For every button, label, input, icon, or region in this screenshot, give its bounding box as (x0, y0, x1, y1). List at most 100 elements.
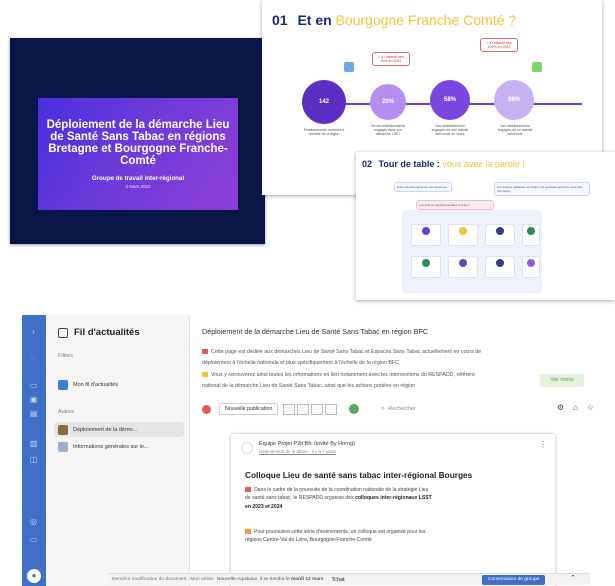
pin-icon (202, 404, 211, 414)
settings-icon[interactable]: ⚙ (557, 403, 564, 412)
intro-line-1: Cette page est dédiée aux démarches Lieu… (202, 347, 600, 358)
title-slide-date: 2 Mars 2023 (125, 184, 151, 189)
nav-item-general-info[interactable]: Informations générales sur le... (54, 439, 184, 454)
search-field[interactable]: ⌕ Rechercher (381, 403, 471, 415)
topic-card (522, 256, 540, 278)
see-less-button[interactable]: Voir moins (540, 374, 584, 387)
nav-item-my-feed-label: Mon fil d'actualités (73, 381, 119, 388)
chevron-right-icon[interactable]: › (28, 327, 39, 336)
nav-item-my-feed[interactable]: Mon fil d'actualités (54, 377, 184, 392)
chat-label[interactable]: Tchat (332, 577, 345, 583)
user-avatar[interactable]: ● (27, 569, 41, 583)
status-post-excerpt: Nouvelle-Aquitaine. Il se tiendra le mar… (217, 577, 324, 582)
topic-card (448, 224, 478, 246)
chat-icon[interactable]: ▭ (28, 381, 39, 390)
stats-slide-title-prefix: Et en (297, 12, 332, 28)
p1-line-2: de santé sans tabac, le RESPADD organise… (245, 495, 354, 502)
megaphone-icon (245, 487, 251, 493)
megaphone-icon (202, 349, 208, 355)
round-table-slide[interactable]: 02 Tour de table : vous avez la parole !… (356, 152, 615, 300)
calendar-icon[interactable]: ▤ (28, 409, 39, 418)
p1-line-3: en 2023 et 2024 (245, 503, 283, 510)
new-post-button[interactable]: Nouvelle publication (219, 403, 279, 415)
post-author[interactable]: Equipe Projet P2it Bfc (invité By Horng) (259, 441, 355, 447)
topic-icon (496, 259, 504, 267)
stat-caption-1: Etablissements recensés à l'échelle de l… (303, 128, 345, 137)
teams-icon[interactable]: ▣ (28, 395, 39, 404)
app-rail: › ◌ ▭ ▣ ▤ ▥ ◫ ◎ ▭ ● (22, 315, 46, 586)
stats-slide-number: 01 (272, 12, 288, 28)
title-slide-banner: Déploiement de la démarche Lieu de Santé… (38, 98, 238, 210)
badge-icon (532, 62, 542, 72)
others-section-label: Autres (58, 409, 74, 415)
title-slide-heading: Déploiement de la démarche Lieu de Santé… (46, 119, 230, 167)
group-conversation-button[interactable]: Conversation de groupe (482, 575, 546, 585)
topic-card (448, 256, 478, 278)
topic-icon (459, 227, 467, 235)
search-icon: ⌕ (381, 405, 385, 412)
main-content: Déploiement de la démarche Lieu de Santé… (190, 315, 615, 586)
feed-post[interactable]: Equipe Projet P2it Bfc (invité By Horng)… (230, 433, 556, 586)
p2-line-2: régions Centre-Val de Loire, Bourgogne-F… (245, 537, 372, 544)
topic-icon (527, 227, 535, 235)
nav-item-deployment-label: Déploiement de la démo... (73, 426, 138, 433)
topic-card (411, 224, 441, 246)
intro-text-3: Vous y retrouverez ainsi toutes les info… (211, 372, 475, 378)
search-placeholder: Rechercher (388, 406, 416, 412)
stat-caption-4: Des établissements engagés ont un activi… (497, 124, 533, 137)
objective-bubble-2023: ≈ à l'objectif des 100% en 2023 (480, 38, 518, 53)
stats-slide-title-highlight: Bourgogne Franche Comté ? (335, 12, 517, 28)
stat-circle-2: 20% (370, 84, 406, 120)
status-text: Dernière modification du document : Mon … (112, 577, 214, 582)
teams-window: › ◌ ▭ ▣ ▤ ▥ ◫ ◎ ▭ ● Fil d'actualités Fil… (0, 315, 615, 586)
feed-toolbar: Nouvelle publication ⌕ Rechercher ⚙ ⌂ ☆ (202, 398, 602, 420)
stat-circle-1: 142 (302, 80, 346, 124)
stat-caption-3: Des établissements engagés ont une activ… (431, 124, 469, 137)
round-table-heading: 02 Tour de table : vous avez la parole ! (362, 159, 525, 169)
emoji-icon[interactable] (349, 404, 360, 414)
post-paragraph-2: Pour poursuivre cette série d'événements… (245, 528, 545, 545)
post-title: Colloque Lieu de santé sans tabac inter-… (245, 470, 473, 480)
activity-icon[interactable]: ◌ (28, 353, 39, 362)
p1-line-1: Dans le cadre de la poursuite de la coor… (254, 487, 429, 493)
format-icon[interactable] (283, 403, 296, 415)
screen: Déploiement de la démarche Lieu de Santé… (0, 0, 615, 586)
image-icon[interactable] (297, 403, 310, 415)
video-icon[interactable] (311, 403, 324, 415)
nav-item-deployment[interactable]: Déploiement de la démo... (54, 422, 184, 437)
star-icon[interactable]: ☆ (587, 403, 594, 412)
topic-icon (459, 259, 467, 267)
prompt-tag-1: Entre départements de vos structures (394, 182, 452, 192)
feed-badge-icon (58, 379, 68, 390)
stats-slide-heading: 01 Et en Bourgogne Franche Comté ? (272, 12, 516, 28)
round-table-panel (402, 210, 542, 293)
status-excerpt-bold: mardi 12 mars (291, 577, 324, 582)
page-thumbnail-icon (58, 441, 68, 452)
attach-icon[interactable] (325, 403, 338, 415)
pane-title: Fil d'actualités (74, 327, 140, 338)
lock-icon[interactable]: ⌂ (573, 403, 578, 412)
download-icon[interactable]: ▭ (28, 535, 39, 544)
post-paragraph-1: Dans le cadre de la poursuite de la coor… (245, 486, 545, 511)
apps-icon[interactable]: ◫ (28, 455, 39, 464)
left-pane: Fil d'actualités Filtres Mon fil d'actua… (46, 315, 190, 586)
topic-card (485, 224, 515, 246)
chevron-up-icon[interactable]: ⌃ (570, 574, 576, 582)
toolbar-actions: ⚙ ⌂ ☆ (557, 403, 594, 412)
topic-icon (527, 259, 535, 267)
author-avatar[interactable] (241, 442, 253, 454)
topic-icon (422, 227, 430, 235)
stat-caption-2: De ces établissements engagés dans une d… (370, 124, 406, 137)
lightbulb-icon (202, 372, 208, 378)
stat-circle-3: 58% (430, 80, 470, 120)
files-icon[interactable]: ▥ (28, 439, 39, 448)
title-slide[interactable]: Déploiement de la démarche Lieu de Santé… (10, 38, 265, 244)
page-title: Déploiement de la démarche Lieu de Santé… (202, 327, 429, 336)
p2-line-1: Pour poursuivre cette série d'événements… (254, 529, 426, 535)
help-icon[interactable]: ◎ (28, 517, 39, 526)
p1-bold: colloques inter-régionaux LSST (355, 495, 432, 502)
post-meta[interactable]: Déploiement de la démo · il y a 7 jours (259, 449, 336, 454)
more-options-icon[interactable]: ⋮ (539, 440, 547, 449)
filters-section-label: Filtres (58, 353, 73, 359)
intro-line-2: déploiement à l'échelle nationale et plu… (202, 360, 399, 366)
